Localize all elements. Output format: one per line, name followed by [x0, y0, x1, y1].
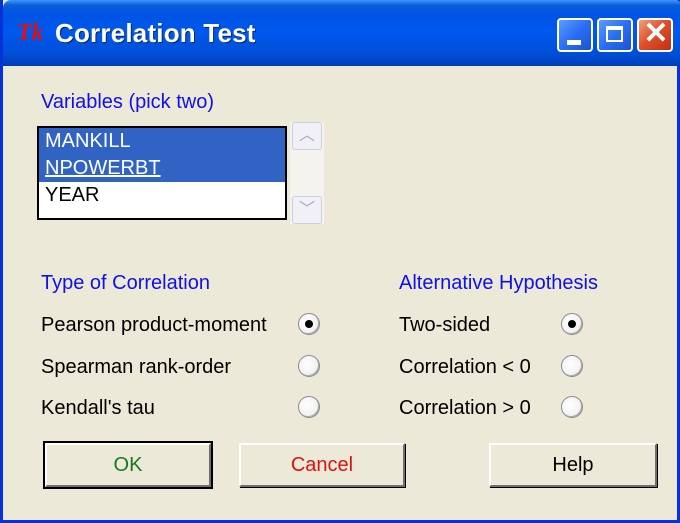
minimize-icon [567, 40, 581, 45]
title-bar[interactable]: Tk Correlation Test ✕ [3, 0, 680, 66]
minimize-button[interactable] [557, 18, 593, 52]
pearson-radio[interactable] [298, 313, 320, 335]
variables-label: Variables (pick two) [41, 91, 215, 113]
tk-icon: Tk [17, 20, 44, 46]
spearman-radio[interactable] [298, 355, 320, 377]
correlation-test-dialog: Tk Correlation Test ✕ Variables (pick tw… [0, 0, 680, 523]
scroll-down-button[interactable]: ﹀ [292, 196, 322, 224]
kendall-label: Kendall's tau [41, 397, 155, 419]
variables-scrollbar[interactable]: ︿ ﹀ [290, 122, 324, 224]
kendall-radio[interactable] [298, 396, 320, 418]
greater-radio[interactable] [561, 396, 583, 418]
window-title: Correlation Test [55, 18, 256, 48]
pearson-label: Pearson product-moment [41, 314, 267, 336]
less-radio[interactable] [561, 355, 583, 377]
list-item[interactable]: NPOWERBT [39, 155, 285, 182]
close-button[interactable]: ✕ [637, 18, 673, 52]
help-button[interactable]: Help [489, 443, 657, 487]
chevron-down-icon: ﹀ [298, 201, 315, 218]
two-sided-label: Two-sided [399, 314, 491, 336]
list-item[interactable]: MANKILL [39, 128, 285, 155]
two-sided-radio[interactable] [561, 313, 583, 335]
maximize-icon [606, 26, 623, 42]
cancel-button[interactable]: Cancel [239, 443, 405, 487]
chevron-up-icon: ︿ [298, 127, 315, 144]
spearman-label: Spearman rank-order [41, 356, 232, 378]
greater-label: Correlation > 0 [399, 397, 531, 419]
less-label: Correlation < 0 [399, 356, 531, 378]
scroll-up-button[interactable]: ︿ [292, 122, 322, 150]
close-icon: ✕ [643, 17, 669, 50]
list-item[interactable]: YEAR [39, 182, 285, 209]
correlation-type-label: Type of Correlation [41, 272, 210, 294]
maximize-button[interactable] [597, 18, 633, 52]
variables-listbox[interactable]: MANKILL NPOWERBT YEAR [37, 126, 287, 220]
ok-button[interactable]: OK [43, 441, 213, 489]
alternative-label: Alternative Hypothesis [399, 272, 598, 294]
